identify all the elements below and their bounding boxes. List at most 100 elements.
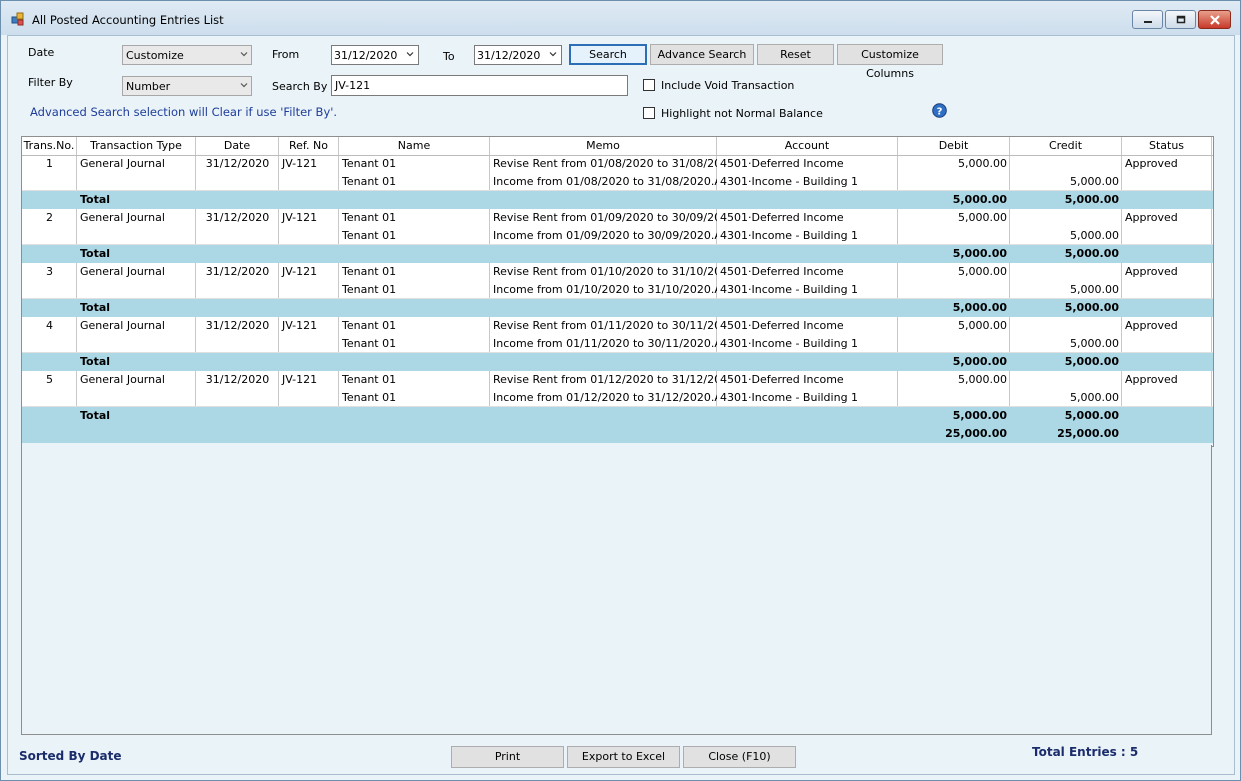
grid-cell: 31/12/2020 xyxy=(205,373,270,386)
grid-cell: Income from 01/10/2020 to 31/10/2020.Ann… xyxy=(493,283,717,296)
grid-cell: 31/12/2020 xyxy=(205,319,270,332)
grid-cell xyxy=(1010,371,1122,389)
grid-cell: Tenant 01 xyxy=(342,391,397,404)
grid-cell: Income from 01/09/2020 to 30/09/2020.Ann… xyxy=(493,229,717,242)
grid-cell: Revise Rent from 01/10/2020 to 31/10/202… xyxy=(493,265,717,278)
table-row[interactable]: 1 General Journal 31/12/2020 JV-121 Approved… xyxy=(22,155,1213,191)
grid-cell: Approved xyxy=(1125,211,1178,224)
grid-cell: Income from 01/12/2020 to 31/12/2020.Ann… xyxy=(493,391,717,404)
grid-cell: 5,000.00 xyxy=(1064,355,1119,368)
app-icon xyxy=(11,12,24,26)
grid-cell: 3 xyxy=(46,265,53,278)
title-bar: All Posted Accounting Entries List xyxy=(1,1,1240,35)
search-by-label: Search By xyxy=(272,80,328,93)
grid-cell: 31/12/2020 xyxy=(205,211,270,224)
grid-cell: 5,000.00 xyxy=(1070,337,1119,350)
close-button[interactable]: Close (F10) xyxy=(683,746,796,768)
chevron-down-icon xyxy=(406,52,414,57)
grid-cell: Approved xyxy=(1125,265,1178,278)
advance-search-button[interactable]: Advance Search xyxy=(650,44,754,65)
grid-cell: JV-121 xyxy=(282,265,318,278)
to-date-picker[interactable]: 31/12/2020 xyxy=(474,45,562,65)
column-header[interactable]: Account xyxy=(717,137,898,155)
svg-text:?: ? xyxy=(937,106,943,117)
grid-cell: 5,000.00 xyxy=(1070,175,1119,188)
grid-cell: 4 xyxy=(46,319,53,332)
grid-cell: Income from 01/11/2020 to 30/11/2020.Ann… xyxy=(493,337,717,350)
grid-cell: Revise Rent from 01/12/2020 to 31/12/202… xyxy=(493,373,717,386)
include-void-checkbox[interactable] xyxy=(643,79,655,91)
chevron-down-icon xyxy=(240,52,248,57)
entries-grid[interactable]: Trans.No. Transaction Type Date Ref. No Name… xyxy=(21,136,1214,447)
grid-cell: Total xyxy=(80,355,111,368)
grid-empty-area xyxy=(21,445,1212,735)
table-row[interactable]: 2 General Journal 31/12/2020 JV-121 Approved… xyxy=(22,209,1213,245)
grid-cell: 5,000.00 xyxy=(1064,247,1119,260)
maximize-button[interactable] xyxy=(1165,10,1196,29)
filter-by-value: Number xyxy=(126,80,171,93)
customize-columns-button[interactable]: Customize Columns xyxy=(837,44,943,80)
search-button[interactable]: Search xyxy=(569,44,647,65)
grid-cell: JV-121 xyxy=(282,373,318,386)
grid-cell: General Journal xyxy=(80,265,165,278)
grid-cell: Income from 01/08/2020 to 31/08/2020.Ann… xyxy=(493,175,717,188)
grid-cell xyxy=(898,281,1010,299)
grid-cell: 4501·Deferred Income xyxy=(720,265,844,278)
table-row[interactable]: 3 General Journal 31/12/2020 JV-121 Approved… xyxy=(22,263,1213,299)
total-row: Total 5,000.00 5,000.00 xyxy=(22,353,1213,371)
column-header[interactable]: Debit xyxy=(898,137,1010,155)
grid-cell xyxy=(898,173,1010,191)
column-header[interactable]: Trans.No. xyxy=(22,137,77,155)
close-window-button[interactable] xyxy=(1198,10,1231,29)
search-by-input[interactable]: JV-121 xyxy=(331,75,628,96)
grid-cell xyxy=(1010,263,1122,281)
export-excel-button[interactable]: Export to Excel xyxy=(567,746,680,768)
total-entries-label: Total Entries : 5 xyxy=(1032,745,1139,759)
minimize-icon xyxy=(1143,20,1152,23)
grid-cell: Tenant 01 xyxy=(342,175,397,188)
to-label: To xyxy=(443,50,455,63)
from-date-picker[interactable]: 31/12/2020 xyxy=(331,45,419,65)
grid-cell: Revise Rent from 01/09/2020 to 30/09/202… xyxy=(493,211,717,224)
column-header[interactable]: Name xyxy=(339,137,490,155)
column-header[interactable]: Credit xyxy=(1010,137,1122,155)
grid-cell: 4501·Deferred Income xyxy=(720,373,844,386)
column-header[interactable]: Transaction Type xyxy=(77,137,196,155)
grid-cell: General Journal xyxy=(80,373,165,386)
total-row: Total 5,000.00 5,000.00 xyxy=(22,407,1213,425)
grid-cell xyxy=(1010,209,1122,227)
table-row[interactable]: 5 General Journal 31/12/2020 JV-121 Approved… xyxy=(22,371,1213,407)
grid-cell: Total xyxy=(80,301,111,314)
grid-cell: 5,000.00 xyxy=(952,409,1007,422)
chevron-down-icon xyxy=(240,83,248,88)
main-window: All Posted Accounting Entries List Date … xyxy=(0,0,1241,781)
date-combo[interactable]: Customize xyxy=(122,45,252,65)
total-row: Total 5,000.00 5,000.00 xyxy=(22,245,1213,263)
print-button[interactable]: Print xyxy=(451,746,564,768)
grid-cell: Approved xyxy=(1125,319,1178,332)
grid-cell: Revise Rent from 01/11/2020 to 30/11/202… xyxy=(493,319,717,332)
date-combo-value: Customize xyxy=(126,49,184,62)
grid-cell: 4301·Income - Building 1 xyxy=(720,337,859,350)
table-row[interactable]: 4 General Journal 31/12/2020 JV-121 Approved… xyxy=(22,317,1213,353)
grid-cell xyxy=(1010,155,1122,173)
highlight-checkbox[interactable] xyxy=(643,107,655,119)
grand-total-row: 25,000.00 25,000.00 xyxy=(22,425,1213,443)
client-area: Date Customize From 31/12/2020 To 31/12/… xyxy=(7,35,1235,775)
grid-cell: Tenant 01 xyxy=(342,211,397,224)
grid-cell: Tenant 01 xyxy=(342,229,397,242)
grid-cell: Total xyxy=(80,193,111,206)
filter-by-combo[interactable]: Number xyxy=(122,76,252,96)
help-icon[interactable]: ? xyxy=(932,103,947,118)
reset-button[interactable]: Reset xyxy=(757,44,834,65)
column-header[interactable]: Ref. No xyxy=(279,137,339,155)
column-header[interactable]: Date xyxy=(196,137,279,155)
include-void-label: Include Void Transaction xyxy=(661,79,795,92)
grid-cell: 4301·Income - Building 1 xyxy=(720,391,859,404)
minimize-button[interactable] xyxy=(1132,10,1163,29)
column-header[interactable]: Memo xyxy=(490,137,717,155)
column-header[interactable]: Status xyxy=(1122,137,1212,155)
grid-cell: 5,000.00 xyxy=(958,211,1007,224)
grid-cell: Tenant 01 xyxy=(342,283,397,296)
grid-cell: Revise Rent from 01/08/2020 to 31/08/202… xyxy=(493,157,717,170)
